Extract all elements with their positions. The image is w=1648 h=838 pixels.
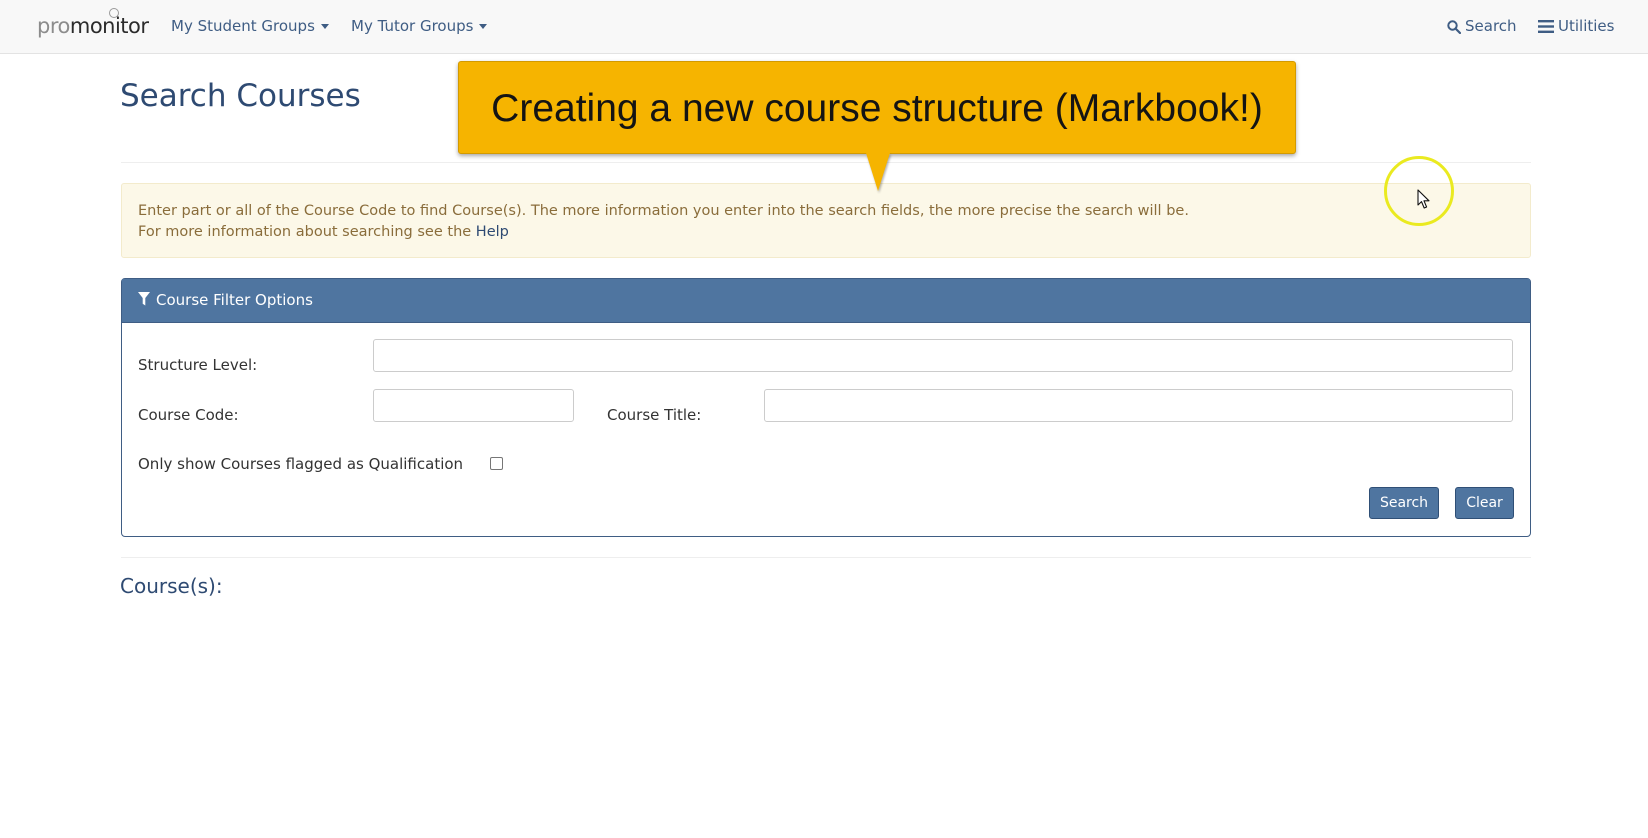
structure-level-label: Structure Level: <box>138 356 258 374</box>
course-filter-heading[interactable]: Course Filter Options <box>122 279 1530 323</box>
clear-button[interactable]: Clear <box>1455 487 1514 519</box>
callout-pointer <box>866 153 890 191</box>
nav-my-tutor-groups[interactable]: My Tutor Groups <box>351 0 488 52</box>
logo-text-light: pro <box>37 14 70 38</box>
tutorial-callout: Creating a new course structure (Markboo… <box>458 61 1296 154</box>
page-title: Search Courses <box>120 78 361 114</box>
hamburger-icon <box>1538 20 1554 33</box>
filter-icon <box>138 292 150 306</box>
alert-line-2: For more information about searching see… <box>138 222 1514 243</box>
alert-line-1: Enter part or all of the Course Code to … <box>138 203 1189 219</box>
search-button[interactable]: Search <box>1369 487 1439 519</box>
qualification-checkbox[interactable] <box>490 457 503 470</box>
nav-search[interactable]: Search <box>1447 0 1517 52</box>
results-title: Course(s): <box>120 574 223 598</box>
search-icon <box>1447 19 1461 34</box>
course-code-input[interactable] <box>373 389 574 422</box>
logo-text-dark: monitor <box>69 14 149 38</box>
info-alert: Enter part or all of the Course Code to … <box>121 183 1531 258</box>
results-divider <box>121 557 1531 558</box>
course-title-input[interactable] <box>764 389 1513 422</box>
course-title-label: Course Title: <box>607 406 702 424</box>
nav-my-student-groups-label: My Student Groups <box>171 17 315 35</box>
top-navbar: promonitor My Student Groups My Tutor Gr… <box>0 0 1648 54</box>
header-divider <box>121 162 1531 163</box>
help-link[interactable]: Help <box>476 224 509 240</box>
nav-utilities-label: Utilities <box>1558 17 1615 35</box>
nav-utilities[interactable]: Utilities <box>1538 0 1614 52</box>
nav-my-tutor-groups-label: My Tutor Groups <box>351 17 474 35</box>
course-code-label: Course Code: <box>138 406 239 424</box>
mouse-pointer-icon <box>1417 189 1430 209</box>
caret-down-icon <box>479 24 488 29</box>
course-filter-panel: Course Filter Options Structure Level: C… <box>121 278 1531 537</box>
alert-line-2-text: For more information about searching see… <box>138 224 476 240</box>
caret-down-icon <box>320 24 329 29</box>
logo-dot-icon <box>109 8 119 18</box>
structure-level-input[interactable] <box>373 339 1513 372</box>
qualification-label: Only show Courses flagged as Qualificati… <box>138 455 464 473</box>
promonitor-logo[interactable]: promonitor <box>37 8 149 42</box>
course-filter-heading-label: Course Filter Options <box>156 291 313 309</box>
nav-my-student-groups[interactable]: My Student Groups <box>171 0 329 52</box>
nav-search-label: Search <box>1465 17 1517 35</box>
